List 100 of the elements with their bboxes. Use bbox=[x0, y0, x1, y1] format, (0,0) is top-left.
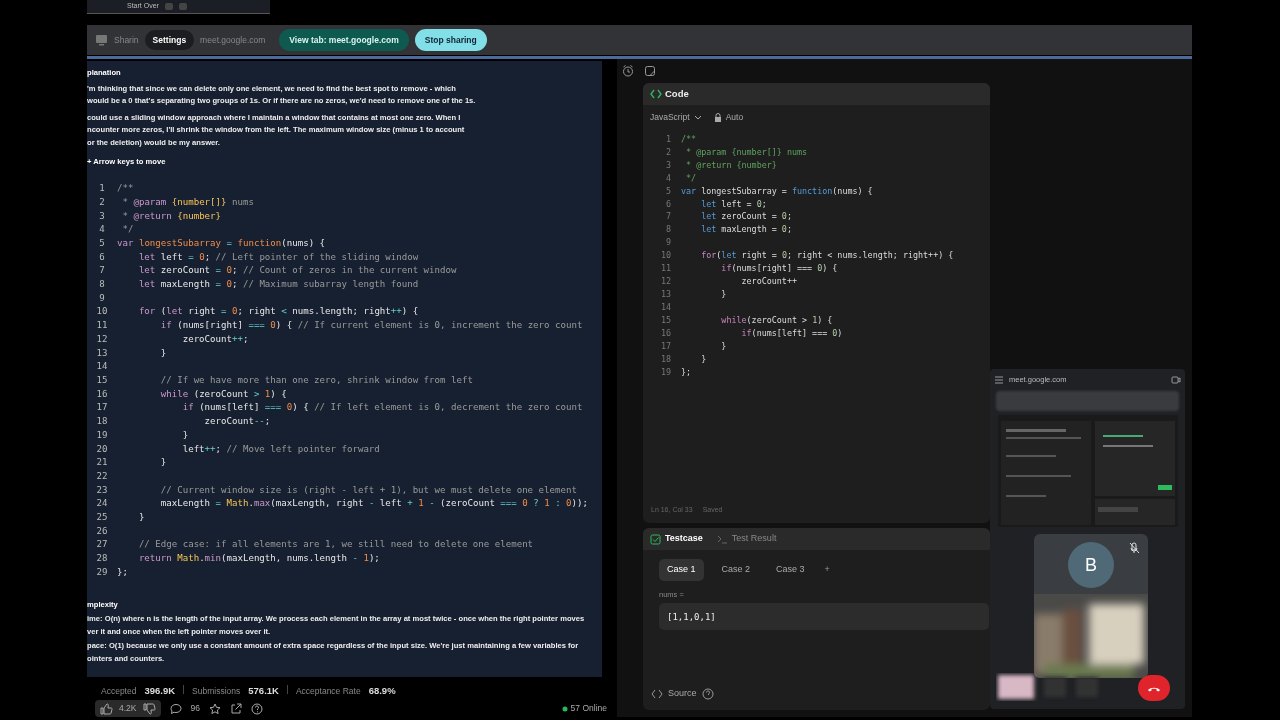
code-line: let zeroCount = 0; bbox=[700, 210, 792, 224]
line-number: 3 bbox=[664, 158, 672, 172]
code-line: * @return {number} bbox=[121, 209, 222, 223]
code-line: zeroCount++; bbox=[181, 332, 249, 346]
source-link[interactable]: Source bbox=[668, 687, 697, 701]
code-line: * @return {number} bbox=[685, 158, 777, 172]
code-line: */ bbox=[121, 223, 134, 237]
code-line: * @param {number[]} nums bbox=[121, 195, 254, 209]
comment-count: 96 bbox=[190, 702, 200, 715]
thumbs-down-icon[interactable] bbox=[142, 702, 156, 715]
line-number: 12 bbox=[659, 275, 672, 289]
line-number: 22 bbox=[95, 469, 109, 483]
line-number: 4 bbox=[664, 171, 672, 185]
code-line: // If we have more than one zero, shrink window from left bbox=[159, 374, 473, 387]
line-number: 15 bbox=[95, 374, 109, 387]
like-count: 4.2K bbox=[119, 702, 137, 715]
code-line: let left = 0; // Left pointer of the sliding window bbox=[137, 250, 419, 264]
star-icon[interactable] bbox=[208, 702, 221, 715]
line-number: 10 bbox=[95, 305, 109, 319]
code-line: } bbox=[720, 288, 727, 302]
menu-icon[interactable] bbox=[994, 375, 1004, 385]
stop-sharing-button[interactable]: Stop sharing bbox=[414, 28, 487, 52]
code-line: return Math.min(maxLength, nums.length - 1); bbox=[137, 552, 380, 566]
line-number: 4 bbox=[98, 223, 106, 237]
line-number: 23 bbox=[95, 483, 109, 497]
line-number: 18 bbox=[95, 415, 109, 429]
case-tab[interactable]: Case 1 bbox=[659, 559, 704, 581]
code-line: var longestSubarray = function(nums) { bbox=[117, 236, 326, 250]
comment-icon[interactable] bbox=[169, 702, 182, 715]
line-number: 2 bbox=[98, 195, 106, 209]
line-number: 12 bbox=[95, 332, 109, 346]
code-line: /** bbox=[681, 132, 697, 146]
panel-title: Code bbox=[665, 86, 689, 101]
stat-label: Submissions bbox=[192, 685, 241, 698]
line-number: 6 bbox=[98, 250, 106, 264]
case-tab[interactable]: Case 2 bbox=[713, 559, 759, 581]
line-number: 25 bbox=[95, 511, 109, 525]
code-line: */ bbox=[685, 171, 697, 185]
like-dislike-control[interactable]: 4.2K bbox=[95, 700, 161, 717]
line-number: 1 bbox=[98, 182, 106, 196]
code-line: var longestSubarray = function(nums) { bbox=[681, 184, 873, 198]
line-number: 20 bbox=[95, 442, 109, 456]
line-number: 19 bbox=[659, 365, 672, 379]
code-line: if(nums[right] === 0) { bbox=[720, 262, 838, 276]
code-line: left++; // Move left pointer forward bbox=[181, 442, 380, 456]
line-number: 18 bbox=[659, 352, 672, 366]
help-icon[interactable] bbox=[701, 688, 714, 700]
sharing-label: Sharin bbox=[114, 33, 139, 47]
code-line: if (nums[right] === 0) { // If current element is 0, increment the zero count bbox=[159, 319, 583, 333]
code-line: while(zeroCount > 1) { bbox=[720, 314, 833, 328]
line-number: 7 bbox=[664, 210, 672, 224]
code-line: let left = 0; bbox=[700, 197, 767, 211]
help-icon[interactable] bbox=[250, 702, 263, 715]
code-line: } bbox=[137, 511, 145, 525]
line-number: 17 bbox=[659, 340, 672, 353]
line-number: 2 bbox=[664, 145, 672, 159]
thumbs-up-icon[interactable] bbox=[100, 702, 113, 715]
mode-label: Auto bbox=[725, 111, 744, 124]
panel-tab[interactable]: Test Result bbox=[716, 532, 777, 546]
line-number: 19 bbox=[95, 428, 109, 442]
input-field[interactable]: [1,1,0,1] bbox=[659, 603, 989, 631]
lock-icon bbox=[713, 112, 722, 122]
line-number: 9 bbox=[98, 291, 106, 305]
line-number: 8 bbox=[664, 223, 672, 237]
line-number: 5 bbox=[98, 236, 106, 250]
checkbox-icon bbox=[650, 533, 661, 545]
code-line: // Current window size is (right - left + 1), but we must delete one element bbox=[159, 483, 577, 497]
add-case-button[interactable]: + bbox=[816, 559, 838, 581]
line-number: 28 bbox=[95, 552, 109, 566]
line-number: 27 bbox=[95, 538, 109, 552]
view-tab-button[interactable]: View tab: meet.google.com bbox=[279, 28, 409, 52]
code-line: zeroCount--; bbox=[203, 415, 271, 429]
code-line: // Edge case: if all elements are 1, we still need to delete one element bbox=[137, 538, 534, 552]
share-icon[interactable] bbox=[229, 702, 242, 715]
end-call-button[interactable] bbox=[1138, 675, 1170, 701]
stat-value: 576.1K bbox=[248, 684, 279, 698]
line-number: 16 bbox=[95, 387, 109, 401]
avatar: B bbox=[1068, 542, 1114, 588]
code-line: }; bbox=[117, 565, 128, 579]
line-number: 10 bbox=[659, 249, 672, 263]
line-number: 1 bbox=[664, 132, 672, 146]
code-line: let zeroCount = 0; // Count of zeros in the current window bbox=[137, 264, 457, 278]
line-number: 15 bbox=[659, 314, 672, 328]
line-number: 29 bbox=[95, 565, 109, 579]
camera-icon[interactable] bbox=[1171, 375, 1181, 385]
line-number: 24 bbox=[95, 497, 109, 511]
code-line: } bbox=[159, 346, 167, 360]
line-number: 9 bbox=[664, 236, 672, 250]
case-tab[interactable]: Case 3 bbox=[768, 559, 813, 581]
note-icon[interactable] bbox=[644, 65, 656, 77]
line-number: 26 bbox=[95, 524, 109, 538]
line-number: 14 bbox=[95, 360, 109, 374]
line-number: 8 bbox=[98, 278, 106, 292]
line-number: 5 bbox=[664, 184, 672, 198]
panel-tab[interactable]: Testcase bbox=[650, 532, 703, 546]
alarm-clock-icon[interactable] bbox=[622, 65, 634, 77]
caret-icon bbox=[693, 113, 702, 121]
line-number: 17 bbox=[95, 401, 109, 415]
code-line: }; bbox=[681, 365, 692, 379]
language-dropdown[interactable]: JavaScript bbox=[650, 111, 702, 124]
